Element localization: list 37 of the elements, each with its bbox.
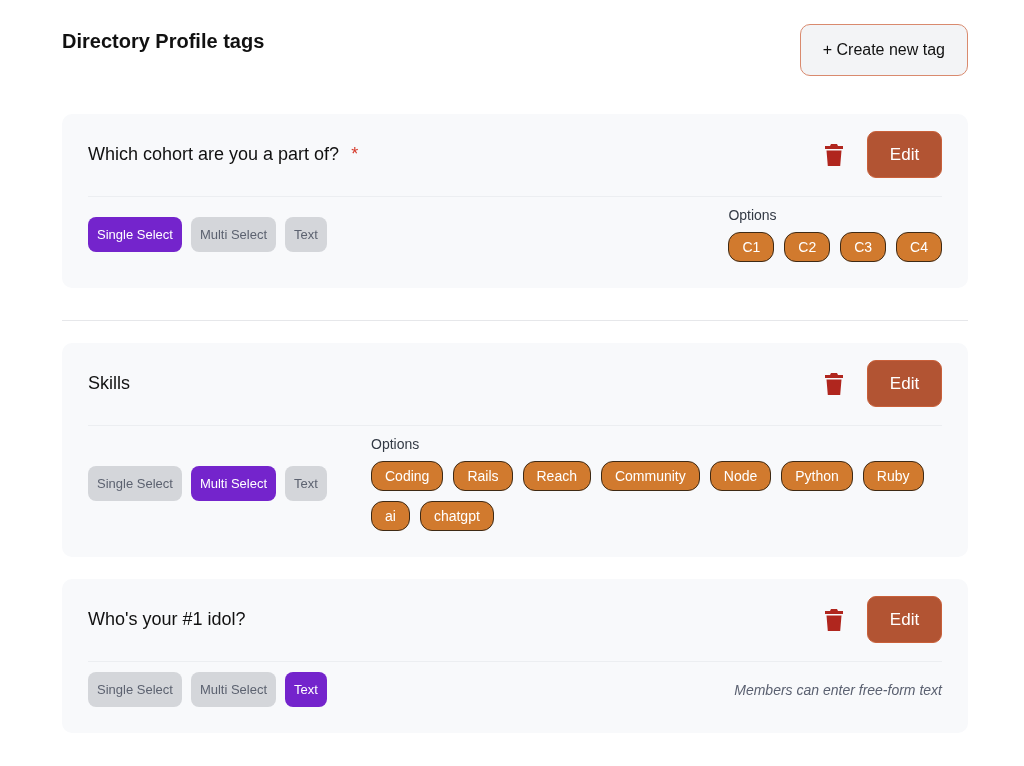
- trash-icon[interactable]: [824, 372, 844, 395]
- options-label: Options: [371, 436, 421, 452]
- create-tag-button[interactable]: + Create new tag: [799, 24, 968, 76]
- option-chip: C2: [784, 232, 831, 262]
- option-chip: C4: [896, 232, 942, 262]
- trash-icon[interactable]: [824, 608, 844, 631]
- option-chip: Community: [600, 461, 700, 491]
- edit-button[interactable]: Edit: [867, 360, 942, 407]
- tag-question: Who's your #1 idol?: [88, 609, 246, 630]
- option-chip: Python: [781, 461, 853, 491]
- option-chip: Ruby: [862, 461, 924, 491]
- type-option[interactable]: Multi Select: [190, 672, 277, 707]
- tag-question: Skills: [88, 373, 130, 394]
- type-option[interactable]: Single Select: [88, 672, 182, 707]
- option-chip: C1: [728, 232, 775, 262]
- type-option[interactable]: Multi Select: [190, 466, 277, 501]
- edit-button[interactable]: Edit: [867, 596, 942, 643]
- type-option[interactable]: Single Select: [88, 466, 182, 501]
- required-mark: *: [351, 144, 359, 165]
- tag-question: Which cohort are you a part of?: [88, 144, 340, 165]
- type-option[interactable]: Text: [285, 217, 327, 252]
- option-chip: C3: [840, 232, 887, 262]
- option-chip: Reach: [522, 461, 591, 491]
- type-option[interactable]: Single Select: [88, 217, 182, 252]
- type-option[interactable]: Multi Select: [190, 217, 277, 252]
- trash-icon[interactable]: [824, 143, 844, 166]
- page-title: Directory Profile tags: [62, 30, 265, 53]
- option-chip: Coding: [371, 461, 444, 491]
- option-chip: chatgpt: [419, 501, 494, 531]
- option-chip: Node: [709, 461, 772, 491]
- type-option[interactable]: Text: [285, 672, 327, 707]
- hint-text: Members can enter free-form text: [734, 681, 942, 698]
- option-chip: Rails: [453, 461, 513, 491]
- option-chip: ai: [371, 501, 410, 531]
- type-option[interactable]: Text: [285, 466, 327, 501]
- options-label: Options: [728, 207, 778, 223]
- edit-button[interactable]: Edit: [867, 131, 942, 178]
